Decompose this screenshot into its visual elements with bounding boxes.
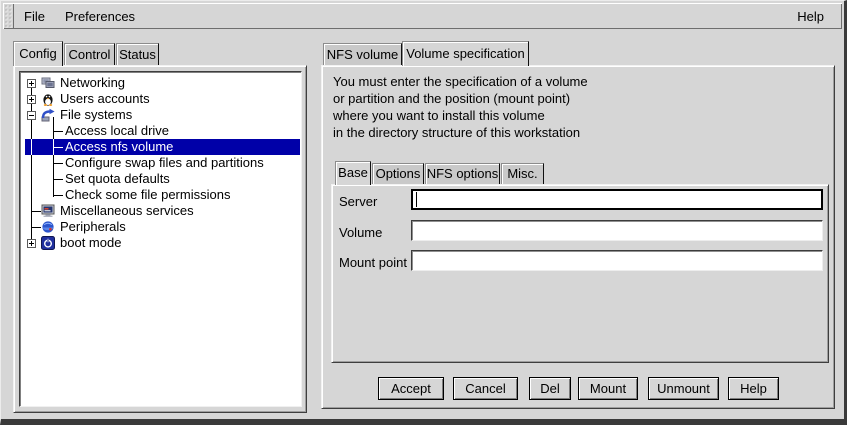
text-caret xyxy=(416,192,417,207)
tree-item-miscellaneous-services[interactable]: Miscellaneous services xyxy=(21,203,300,219)
tab-control[interactable]: Control xyxy=(64,43,115,65)
tab-misc[interactable]: Misc. xyxy=(501,163,544,184)
peripherals-icon xyxy=(41,220,55,234)
tree-branch-line xyxy=(53,131,63,132)
boot-mode-icon xyxy=(41,236,55,250)
tree-view: Networking Users accounts File systems A… xyxy=(19,71,302,407)
tree-item-users-accounts[interactable]: Users accounts xyxy=(21,91,300,107)
tree-item-access-nfs-volume[interactable]: Access nfs volume xyxy=(21,139,300,155)
tab-config[interactable]: Config xyxy=(13,41,63,66)
tree-item-boot-mode[interactable]: boot mode xyxy=(21,235,300,251)
tree-item-file-systems[interactable]: File systems xyxy=(21,107,300,123)
tab-status[interactable]: Status xyxy=(116,43,159,65)
tree-item-access-local-drive[interactable]: Access local drive xyxy=(21,123,300,139)
tree-item-check-file-permissions[interactable]: Check some file permissions xyxy=(21,187,300,203)
tree-item-peripherals[interactable]: Peripherals xyxy=(21,219,300,235)
menu-bar: File Preferences Help xyxy=(3,3,842,29)
tree-item-label: Configure swap files and partitions xyxy=(65,155,264,171)
expand-minus-icon[interactable] xyxy=(27,111,36,120)
file-systems-icon xyxy=(41,108,55,122)
tree-item-configure-swap[interactable]: Configure swap files and partitions xyxy=(21,155,300,171)
tree-branch-line xyxy=(31,211,41,212)
tree-item-label: boot mode xyxy=(60,235,121,251)
accept-button[interactable]: Accept xyxy=(378,377,444,400)
base-form-page xyxy=(331,184,829,363)
tree-item-label: Check some file permissions xyxy=(65,187,230,203)
tree-item-label: Networking xyxy=(60,75,125,91)
tree-item-label: Access nfs volume xyxy=(65,139,173,155)
mount-point-input[interactable] xyxy=(411,250,823,271)
networking-icon xyxy=(41,76,55,90)
tab-options[interactable]: Options xyxy=(372,163,424,184)
tree-item-label: Users accounts xyxy=(60,91,150,107)
tree-branch-line xyxy=(53,147,63,148)
menu-drag-handle-icon[interactable] xyxy=(3,3,14,29)
expand-plus-icon[interactable] xyxy=(27,239,36,248)
del-button[interactable]: Del xyxy=(529,377,571,400)
tab-volume-specification[interactable]: Volume specification xyxy=(402,41,529,66)
tree-line xyxy=(31,139,32,155)
services-icon xyxy=(41,204,55,218)
tree-item-label: Set quota defaults xyxy=(65,171,170,187)
tree-item-label: File systems xyxy=(60,107,132,123)
tree-branch-line xyxy=(31,227,41,228)
tab-nfs-options[interactable]: NFS options xyxy=(425,163,500,184)
cancel-button[interactable]: Cancel xyxy=(453,377,518,400)
tab-nfs-volume[interactable]: NFS volume xyxy=(323,43,402,65)
menu-item-help[interactable]: Help xyxy=(787,4,834,29)
tree-item-label: Peripherals xyxy=(60,219,126,235)
unmount-button[interactable]: Unmount xyxy=(648,377,719,400)
tab-base[interactable]: Base xyxy=(335,161,371,185)
tree-branch-line xyxy=(53,179,63,180)
server-input[interactable] xyxy=(411,189,823,210)
expand-plus-icon[interactable] xyxy=(27,95,36,104)
tree-branch-line xyxy=(53,195,63,196)
tree-item-label: Access local drive xyxy=(65,123,169,139)
menu-item-preferences[interactable]: Preferences xyxy=(55,4,145,29)
mount-point-label: Mount point xyxy=(339,254,407,271)
tree-item-networking[interactable]: Networking xyxy=(21,75,300,91)
users-accounts-icon xyxy=(41,92,55,106)
server-label: Server xyxy=(339,193,377,210)
linuxconf-window: File Preferences Help Config Control Sta… xyxy=(0,0,847,425)
tree-item-label: Miscellaneous services xyxy=(60,203,194,219)
volume-label: Volume xyxy=(339,224,382,241)
menu-item-file[interactable]: File xyxy=(14,4,55,29)
expand-plus-icon[interactable] xyxy=(27,79,36,88)
tree-branch-line xyxy=(53,163,63,164)
help-button[interactable]: Help xyxy=(728,377,779,400)
config-tree: Networking Users accounts File systems A… xyxy=(21,73,300,405)
mount-button[interactable]: Mount xyxy=(578,377,638,400)
description-text: You must enter the specification of a vo… xyxy=(333,73,663,141)
volume-input[interactable] xyxy=(411,220,823,241)
tree-item-set-quota-defaults[interactable]: Set quota defaults xyxy=(21,171,300,187)
